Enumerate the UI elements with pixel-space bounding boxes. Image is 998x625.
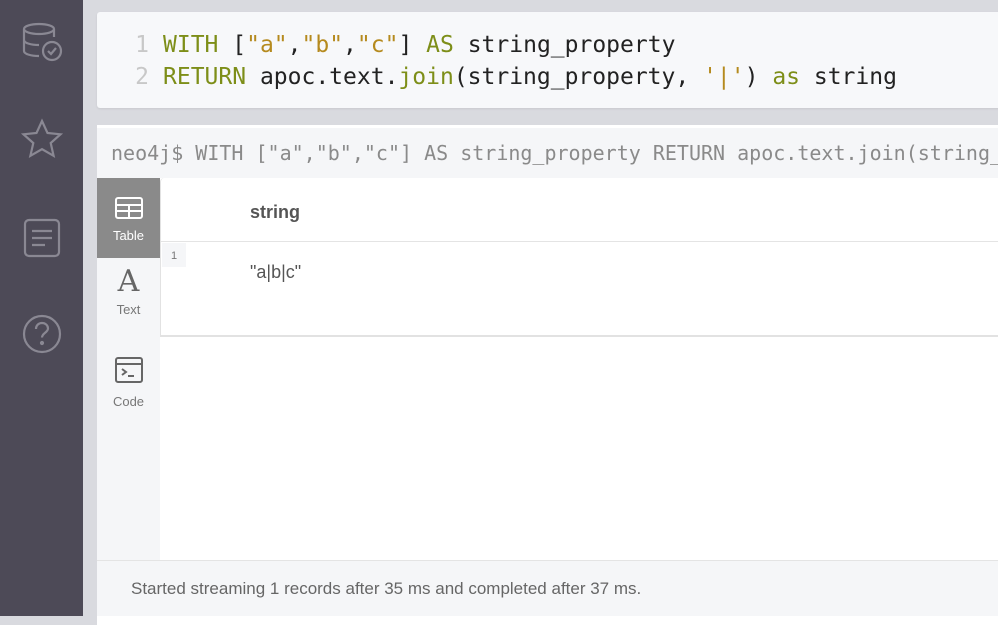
text-icon: A bbox=[117, 264, 140, 299]
code-token: "c" bbox=[356, 32, 399, 58]
code-line: 1 WITH ["a","b","c"] AS string_property bbox=[97, 29, 675, 61]
code-token: "a" bbox=[246, 32, 288, 58]
row-number: 1 bbox=[162, 243, 186, 267]
terminal-icon bbox=[114, 357, 143, 383]
tab-text[interactable]: A Text bbox=[97, 266, 160, 346]
code-token: WITH bbox=[163, 32, 219, 58]
code-token: RETURN bbox=[163, 64, 247, 90]
code-token: join bbox=[398, 64, 454, 90]
result-table: string 1 "a|b|c" bbox=[160, 178, 998, 337]
sidebar bbox=[0, 0, 83, 616]
divider bbox=[161, 241, 998, 242]
code-token: , bbox=[343, 32, 357, 58]
code-token: "b" bbox=[301, 32, 344, 58]
star-icon[interactable] bbox=[20, 118, 64, 162]
tab-label: Text bbox=[116, 302, 141, 317]
code-token: ] bbox=[398, 32, 427, 58]
line-number: 2 bbox=[135, 64, 149, 90]
code-token: string bbox=[800, 64, 897, 90]
document-icon[interactable] bbox=[20, 216, 64, 260]
code-token: ) bbox=[744, 64, 773, 90]
frame-query-header[interactable]: neo4j$ WITH ["a","b","c"] AS string_prop… bbox=[97, 128, 998, 178]
tab-code[interactable]: Code bbox=[97, 356, 160, 436]
help-icon[interactable] bbox=[20, 312, 64, 356]
line-number: 1 bbox=[135, 32, 149, 58]
table-icon bbox=[114, 197, 143, 219]
tab-table[interactable]: Table bbox=[97, 178, 160, 258]
code-token: , bbox=[287, 32, 302, 58]
code-token: '|' bbox=[703, 64, 745, 90]
query-editor[interactable]: 1 WITH ["a","b","c"] AS string_property 2… bbox=[97, 12, 998, 108]
database-check-icon[interactable] bbox=[20, 20, 64, 64]
view-tabs: Table A Text Code bbox=[97, 178, 160, 560]
code-token: [ bbox=[218, 32, 247, 58]
result-frame: neo4j$ WITH ["a","b","c"] AS string_prop… bbox=[97, 125, 998, 625]
status-text: Started streaming 1 records after 35 ms … bbox=[131, 579, 642, 598]
status-bar: Started streaming 1 records after 35 ms … bbox=[97, 560, 998, 616]
tab-label: Code bbox=[112, 394, 145, 409]
code-token: as bbox=[772, 64, 801, 90]
code-line: 2 RETURN apoc.text.join(string_property, … bbox=[97, 61, 897, 93]
tab-label: Table bbox=[112, 228, 145, 243]
code-token: AS bbox=[426, 32, 454, 58]
code-token: apoc.text. bbox=[246, 64, 399, 90]
code-token: (string_property, bbox=[453, 64, 704, 90]
column-header: string bbox=[250, 202, 301, 222]
table-cell: "a|b|c" bbox=[250, 262, 302, 282]
code-token: string_property bbox=[453, 32, 676, 58]
